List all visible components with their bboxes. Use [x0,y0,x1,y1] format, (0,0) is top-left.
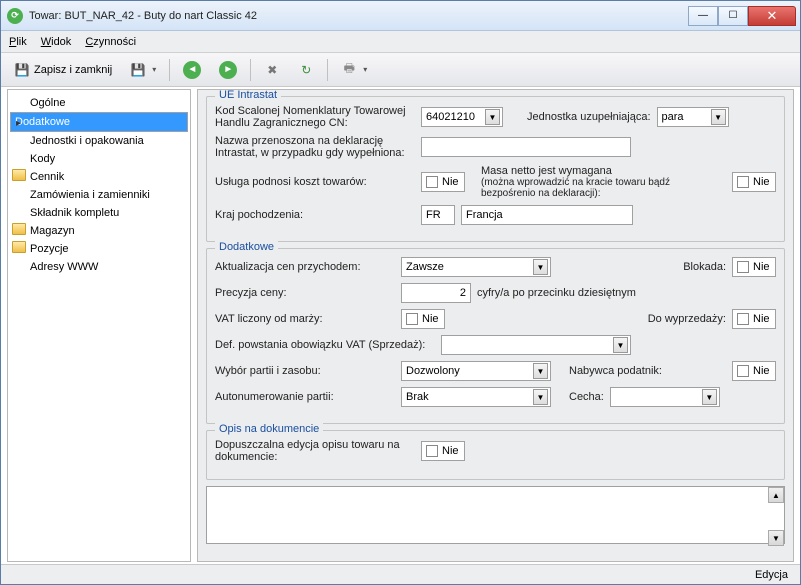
chevron-down-icon: ▼ [613,337,628,353]
vatdef-select[interactable]: ▼ [441,335,631,355]
batch-select[interactable]: Dozwolony▼ [401,361,551,381]
prec-suffix: cyfry/a po przecinku dziesiętnym [477,287,636,299]
nav-item-adresy-www[interactable]: Adresy WWW [10,258,188,276]
taxpayer-checkbox[interactable]: Nie [732,361,776,381]
refresh-button[interactable]: ↻ [291,58,321,82]
nav-item-dodatkowe[interactable]: ▸Dodatkowe [10,112,188,132]
save-close-button[interactable]: 💾 Zapisz i zamknij [7,58,119,82]
refresh-icon: ↻ [298,62,314,78]
menubar: Plik Widok Czynności [1,31,800,53]
arrow-icon: ▸ [16,116,21,132]
group-additional: Dodatkowe Aktualizacja cen przychodem: Z… [206,248,785,424]
window-title: Towar: BUT_NAR_42 - Buty do nart Classic… [29,10,688,22]
srv-checkbox[interactable]: Nie [421,172,465,192]
menu-view[interactable]: Widok [41,36,72,48]
scroll-up-icon[interactable]: ▲ [768,487,784,503]
sale-checkbox[interactable]: Nie [732,309,776,329]
feat-select[interactable]: ▼ [610,387,720,407]
maximize-button[interactable]: ☐ [718,6,748,26]
chevron-down-icon: ▼ [711,109,726,125]
auto-label: Autonumerowanie partii: [215,391,395,403]
save-button[interactable]: 💾▾ [123,58,163,82]
group-label: Opis na dokumencie [215,423,323,435]
decl-input[interactable] [421,137,631,157]
chevron-down-icon: ▼ [533,363,548,379]
decl-label: Nazwa przenoszona na deklarację Intrasta… [215,135,415,159]
vat-checkbox[interactable]: Nie [401,309,445,329]
back-icon: ◄ [183,61,201,79]
folder-icon [12,241,26,253]
save-icon: 💾 [14,62,30,78]
main-panel: UE Intrastat Kod Scalonej Nomenklatury T… [197,89,794,562]
nav-item-magazyn[interactable]: Magazyn [10,222,188,240]
forward-button[interactable]: ► [212,58,244,82]
group-intrastat: UE Intrastat Kod Scalonej Nomenklatury T… [206,96,785,242]
edit-label: Dopuszczalna edycja opisu towaru na doku… [215,439,415,463]
vatdef-label: Def. powstania obowiązku VAT (Sprzedaż): [215,339,435,351]
upd-label: Aktualizacja cen przychodem: [215,261,395,273]
menu-actions[interactable]: Czynności [85,36,136,48]
status-mode: Edycja [755,569,788,581]
cn-label: Kod Scalonej Nomenklatury Towarowej Hand… [215,105,415,129]
folder-icon [12,169,26,181]
nav-tree[interactable]: Ogólne▸DodatkoweJednostki i opakowaniaKo… [7,89,191,562]
srv-label: Usługa podnosi koszt towarów: [215,176,415,188]
unit-label: Jednostka uzupełniająca: [527,111,651,123]
group-label: UE Intrastat [215,89,281,101]
chevron-down-icon: ▼ [533,259,548,275]
statusbar: Edycja [1,564,800,584]
nav-item-og-lne[interactable]: Ogólne [10,94,188,112]
cc-code-input[interactable] [421,205,455,225]
tools-icon: ✖ [264,62,280,78]
cn-select[interactable]: 64021210▼ [421,107,503,127]
menu-file[interactable]: Plik [9,36,27,48]
titlebar[interactable]: ⟳ Towar: BUT_NAR_42 - Buty do nart Class… [1,1,800,31]
notes-textarea[interactable] [206,486,785,544]
sale-label: Do wyprzedaży: [648,313,726,325]
auto-select[interactable]: Brak▼ [401,387,551,407]
chevron-down-icon: ▼ [533,389,548,405]
toolbar: 💾 Zapisz i zamknij 💾▾ ◄ ► ✖ ↻ 🖶▾ [1,53,800,87]
nav-item-jednostki-i-opakowania[interactable]: Jednostki i opakowania [10,132,188,150]
scrollbar[interactable]: ▲ ▼ [768,487,784,546]
minimize-button[interactable]: — [688,6,718,26]
window: ⟳ Towar: BUT_NAR_42 - Buty do nart Class… [0,0,801,585]
scroll-down-icon[interactable]: ▼ [768,530,784,546]
unit-select[interactable]: para▼ [657,107,729,127]
batch-label: Wybór partii i zasobu: [215,365,395,377]
group-label: Dodatkowe [215,241,278,253]
prec-input[interactable] [401,283,471,303]
chevron-down-icon: ▼ [702,389,717,405]
upd-select[interactable]: Zawsze▼ [401,257,551,277]
mass-label: Masa netto jest wymagana [481,165,726,177]
nav-item-pozycje[interactable]: Pozycje [10,240,188,258]
cc-name-input[interactable] [461,205,633,225]
chevron-down-icon: ▼ [485,109,500,125]
nav-item-zam-wienia-i-zamienniki[interactable]: Zamówienia i zamienniki [10,186,188,204]
app-icon: ⟳ [7,8,23,24]
print-button[interactable]: 🖶▾ [334,58,374,82]
taxpayer-label: Nabywca podatnik: [569,365,726,377]
nav-item-kody[interactable]: Kody [10,150,188,168]
feat-label: Cecha: [569,391,604,403]
group-doc-desc: Opis na dokumencie Dopuszczalna edycja o… [206,430,785,480]
nav-item-cennik[interactable]: Cennik [10,168,188,186]
back-button[interactable]: ◄ [176,58,208,82]
close-button[interactable]: ✕ [748,6,796,26]
tools-button[interactable]: ✖ [257,58,287,82]
cc-label: Kraj pochodzenia: [215,209,415,221]
block-checkbox[interactable]: Nie [732,257,776,277]
forward-icon: ► [219,61,237,79]
nav-item-sk-adnik-kompletu[interactable]: Składnik kompletu [10,204,188,222]
edit-checkbox[interactable]: Nie [421,441,465,461]
folder-icon [12,223,26,235]
save-icon: 💾 [130,62,146,78]
prec-label: Precyzja ceny: [215,287,395,299]
block-label: Blokada: [683,261,726,273]
print-icon: 🖶 [341,62,357,78]
mass-sub: (można wprowadzić na kracie towaru bądź … [481,177,726,199]
vat-label: VAT liczony od marży: [215,313,395,325]
mass-checkbox[interactable]: Nie [732,172,776,192]
